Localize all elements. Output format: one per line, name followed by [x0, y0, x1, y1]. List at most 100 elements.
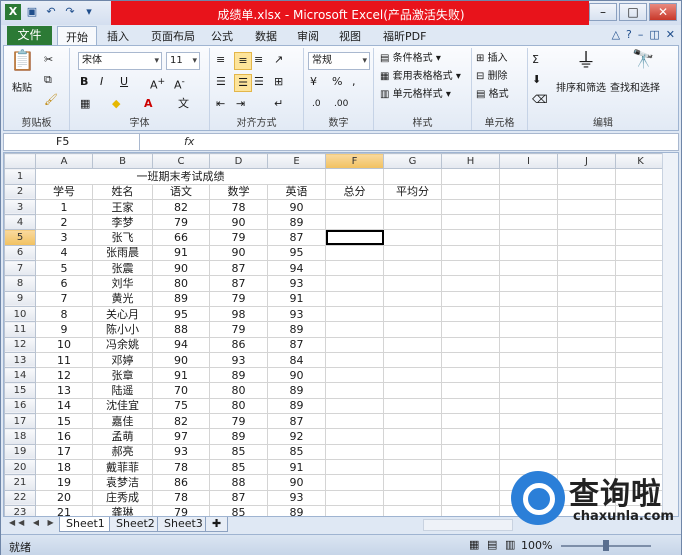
cell[interactable]: 79: [152, 504, 210, 516]
cell[interactable]: [441, 244, 500, 262]
cell[interactable]: [325, 229, 384, 246]
row-header[interactable]: 9: [4, 290, 36, 307]
cell[interactable]: 88: [152, 321, 210, 338]
column-header[interactable]: D: [209, 153, 268, 170]
number-format-select[interactable]: 常规: [308, 52, 370, 70]
cell[interactable]: [383, 260, 442, 277]
row-header[interactable]: 13: [4, 351, 36, 369]
zoom-slider-thumb[interactable]: [603, 540, 609, 551]
cell[interactable]: 87: [209, 275, 268, 292]
row-header[interactable]: 20: [4, 458, 36, 476]
cell[interactable]: 16: [35, 428, 93, 445]
row-header[interactable]: 21: [4, 474, 36, 491]
cell[interactable]: 李梦: [92, 214, 153, 231]
cell[interactable]: 90: [267, 474, 326, 491]
cell[interactable]: [441, 260, 500, 277]
cell[interactable]: 89: [267, 382, 326, 399]
cell[interactable]: [383, 428, 442, 445]
column-header[interactable]: K: [615, 153, 666, 170]
increase-indent-icon[interactable]: ⇥: [236, 96, 245, 112]
workbook-minimize-icon[interactable]: –: [638, 28, 644, 41]
row-header[interactable]: 18: [4, 428, 36, 445]
sort-filter-icon[interactable]: ⏚: [576, 50, 596, 78]
cell[interactable]: [325, 305, 384, 323]
row-header[interactable]: 1: [4, 168, 36, 185]
comma-style-icon[interactable]: ,: [352, 74, 356, 90]
cell[interactable]: 79: [209, 321, 268, 338]
fill-icon[interactable]: ⬇: [532, 72, 541, 88]
cell[interactable]: [557, 168, 616, 185]
cell[interactable]: [499, 198, 558, 216]
grow-font-icon[interactable]: A+: [150, 74, 165, 94]
bold-button[interactable]: B: [80, 74, 88, 90]
cell[interactable]: [557, 244, 616, 262]
cell[interactable]: 98: [209, 305, 268, 323]
cell[interactable]: [441, 413, 500, 430]
decrease-indent-icon[interactable]: ⇤: [216, 96, 225, 112]
cell[interactable]: [615, 413, 666, 430]
help-icon[interactable]: ?: [626, 28, 632, 41]
horizontal-scrollbar[interactable]: [423, 519, 513, 531]
cell[interactable]: [557, 336, 616, 353]
shrink-font-icon[interactable]: A-: [174, 74, 185, 94]
cell[interactable]: 刘华: [92, 275, 153, 292]
column-header[interactable]: I: [499, 153, 558, 170]
cell[interactable]: [383, 474, 442, 491]
cell[interactable]: [557, 351, 616, 369]
cell[interactable]: [499, 214, 558, 231]
cell[interactable]: 86: [209, 336, 268, 353]
cell[interactable]: [557, 443, 616, 460]
cell[interactable]: [615, 229, 666, 246]
autosum-icon[interactable]: Σ: [532, 52, 539, 68]
cell[interactable]: 79: [152, 214, 210, 231]
cell[interactable]: [615, 305, 666, 323]
cell[interactable]: 13: [35, 382, 93, 399]
cell[interactable]: [557, 397, 616, 415]
cell[interactable]: 75: [152, 397, 210, 415]
cell[interactable]: [441, 474, 500, 491]
cell[interactable]: [557, 321, 616, 338]
cell[interactable]: 黄光: [92, 290, 153, 307]
tab-home[interactable]: 开始: [57, 26, 97, 45]
cell[interactable]: [383, 229, 442, 246]
insert-cells-button[interactable]: ⊞ 插入: [476, 50, 508, 68]
row-header[interactable]: 23: [4, 504, 36, 516]
cell[interactable]: 张雨晨: [92, 244, 153, 262]
cell[interactable]: 80: [209, 382, 268, 399]
merge-center-icon[interactable]: ⊞: [274, 74, 283, 90]
zoom-level[interactable]: 100%: [521, 539, 552, 552]
cell[interactable]: 89: [267, 321, 326, 338]
row-header[interactable]: 8: [4, 275, 36, 292]
cell[interactable]: [441, 367, 500, 384]
clear-icon[interactable]: ⌫: [532, 92, 548, 108]
align-middle-icon[interactable]: ≡: [234, 52, 252, 70]
cell[interactable]: 学号: [35, 183, 93, 200]
cell[interactable]: [615, 290, 666, 307]
cell[interactable]: 一班期末考试成绩: [35, 168, 326, 185]
cell[interactable]: 陆遥: [92, 382, 153, 399]
maximize-button[interactable]: □: [619, 3, 647, 21]
close-button[interactable]: ✕: [649, 3, 677, 21]
cell[interactable]: 79: [209, 290, 268, 307]
cell[interactable]: 85: [209, 443, 268, 460]
cell[interactable]: 3: [35, 229, 93, 246]
cell[interactable]: [557, 382, 616, 399]
cell[interactable]: [499, 321, 558, 338]
workbook-restore-icon[interactable]: ◫: [649, 28, 659, 41]
cell[interactable]: [383, 397, 442, 415]
tab-formulas[interactable]: 公式: [211, 28, 233, 44]
cell[interactable]: [325, 458, 384, 476]
cell[interactable]: 88: [209, 474, 268, 491]
cell[interactable]: [383, 321, 442, 338]
row-header[interactable]: 7: [4, 260, 36, 277]
row-header[interactable]: 14: [4, 367, 36, 384]
cell[interactable]: 85: [209, 458, 268, 476]
tab-view[interactable]: 视图: [339, 28, 361, 44]
cell[interactable]: 94: [152, 336, 210, 353]
cell[interactable]: [325, 244, 384, 262]
cell[interactable]: [383, 458, 442, 476]
cell[interactable]: 关心月: [92, 305, 153, 323]
cell[interactable]: [499, 168, 558, 185]
format-as-table-button[interactable]: ▦ 套用表格格式 ▾: [380, 68, 461, 86]
tab-insert[interactable]: 插入: [107, 28, 129, 44]
